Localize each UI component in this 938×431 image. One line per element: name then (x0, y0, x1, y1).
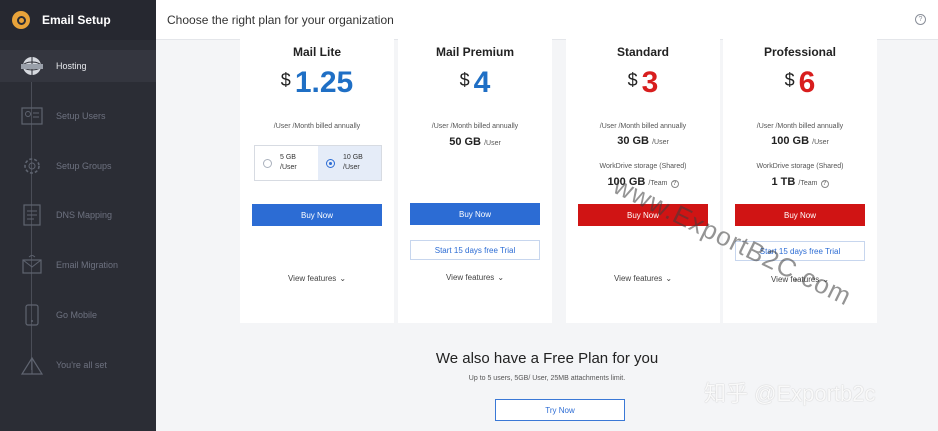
workdrive-amount: 1 TB /Team ? (723, 176, 877, 188)
price-amount: 3 (641, 66, 659, 99)
price-amount: 4 (473, 66, 491, 99)
view-features-link[interactable]: View features ⌄ (566, 274, 720, 283)
storage-option-10gb[interactable]: 10 GB/User (318, 146, 381, 180)
globe-server-icon (16, 53, 48, 79)
plan-price: $4 (398, 66, 552, 100)
storage-unit: /User (652, 139, 669, 146)
mail-move-icon (16, 252, 48, 278)
sidebar-item-label: DNS Mapping (56, 210, 113, 220)
group-gear-icon (16, 153, 48, 179)
watermark-corner: 知乎 @Exportb2c (704, 381, 876, 406)
free-plan-title: We also have a Free Plan for you (435, 350, 659, 367)
plan-name: Standard (616, 45, 669, 59)
sidebar-item-dns-mapping[interactable]: DNS Mapping (0, 199, 156, 231)
sidebar-item-label: You're all set (56, 360, 107, 370)
billing-note: /User /Month billed annually (431, 123, 519, 130)
workdrive-label: WorkDrive storage (Shared) (599, 163, 687, 170)
sidebar-item-all-set[interactable]: You're all set (0, 349, 156, 381)
currency-symbol: $ (627, 70, 638, 90)
workdrive-value: 1 TB (771, 176, 796, 188)
mobile-icon (16, 302, 48, 328)
option-size: 10 GB (343, 154, 363, 161)
price-amount: 6 (798, 66, 816, 99)
radio-button[interactable] (263, 158, 272, 168)
app-title: Email Setup (42, 13, 111, 27)
sidebar-item-label: Setup Groups (56, 161, 112, 171)
storage-value: 30 GB (617, 135, 649, 147)
dns-document-icon (16, 202, 48, 228)
buy-now-button[interactable]: Buy Now (410, 203, 540, 225)
price-amount: 1.25 (294, 66, 354, 99)
view-features-label: View features (613, 274, 663, 283)
start-trial-button[interactable]: Start 15 days free Trial (410, 240, 540, 260)
billing-note: /User /Month billed annually (599, 123, 687, 130)
flag-tent-icon (16, 352, 48, 378)
storage-toggle: 5 GB/User 10 GB/User (254, 145, 382, 181)
view-features-link[interactable]: View features ⌄ (240, 274, 394, 283)
option-unit: /User (280, 164, 297, 171)
plan-card-standard: Standard $3 /User /Month billed annually… (566, 33, 720, 323)
sidebar-item-label: Go Mobile (56, 310, 98, 320)
email-setup-logo-icon (12, 11, 30, 29)
storage-unit: /User (484, 140, 501, 147)
storage-value: 50 GB (449, 136, 481, 148)
view-features-link[interactable]: View features ⌄ (398, 273, 552, 282)
info-icon[interactable]: ? (670, 180, 679, 188)
plan-price: $6 (723, 66, 877, 100)
storage-amount: 100 GB /User (723, 135, 877, 147)
currency-symbol: $ (280, 70, 291, 90)
workdrive-label: WorkDrive storage (Shared) (756, 163, 844, 170)
storage-unit: /User (812, 139, 829, 146)
sidebar-item-setup-groups[interactable]: Setup Groups (0, 150, 156, 182)
sidebar-item-label: Hosting (56, 61, 87, 71)
sidebar-item-email-migration[interactable]: Email Migration (0, 249, 156, 281)
workdrive-unit: /Team (798, 180, 818, 187)
storage-amount: 30 GB /User (566, 135, 720, 147)
view-features-label: View features (445, 273, 495, 282)
sidebar-header: Email Setup (0, 0, 156, 40)
option-unit: /User (343, 164, 360, 171)
plans-area: Mail Lite $1.25 /User /Month billed annu… (156, 33, 938, 431)
radio-button[interactable] (326, 158, 335, 168)
storage-amount: 50 GB /User (398, 136, 552, 148)
help-icon[interactable]: ? (915, 14, 926, 25)
plan-name: Mail Lite (292, 45, 341, 59)
buy-now-button[interactable]: Buy Now (252, 204, 382, 226)
currency-symbol: $ (784, 70, 795, 90)
sidebar-item-hosting[interactable]: Hosting (0, 50, 156, 82)
chevron-down-icon: ⌄ (665, 274, 673, 283)
chevron-down-icon: ⌄ (339, 274, 347, 283)
info-icon[interactable]: ? (820, 180, 829, 188)
option-size: 5 GB (280, 154, 296, 161)
plan-card-mail-lite: Mail Lite $1.25 /User /Month billed annu… (240, 33, 394, 323)
chevron-down-icon: ⌄ (497, 273, 505, 282)
plan-name: Mail Premium (435, 45, 515, 59)
storage-option-5gb[interactable]: 5 GB/User (255, 146, 318, 180)
sidebar-item-label: Email Migration (56, 260, 119, 270)
try-now-button[interactable]: Try Now (495, 399, 625, 421)
storage-value: 100 GB (771, 135, 810, 147)
currency-symbol: $ (459, 70, 470, 90)
sidebar-item-label: Setup Users (56, 111, 106, 121)
plan-card-mail-premium: Mail Premium $4 /User /Month billed annu… (398, 33, 552, 323)
sidebar-item-go-mobile[interactable]: Go Mobile (0, 299, 156, 331)
user-card-icon (16, 103, 48, 129)
billing-note: /User /Month billed annually (756, 123, 844, 130)
plan-price: $3 (566, 66, 720, 100)
sidebar: Email Setup Hosting Setup Users Setup Gr… (0, 0, 156, 431)
sidebar-item-setup-users[interactable]: Setup Users (0, 100, 156, 132)
buy-now-button[interactable]: Buy Now (735, 204, 865, 226)
plan-price: $1.25 (240, 66, 394, 100)
view-features-label: View features (287, 274, 337, 283)
plan-name: Professional (763, 45, 837, 59)
billing-note: /User /Month billed annually (273, 123, 361, 130)
page-title: Choose the right plan for your organizat… (167, 12, 394, 27)
